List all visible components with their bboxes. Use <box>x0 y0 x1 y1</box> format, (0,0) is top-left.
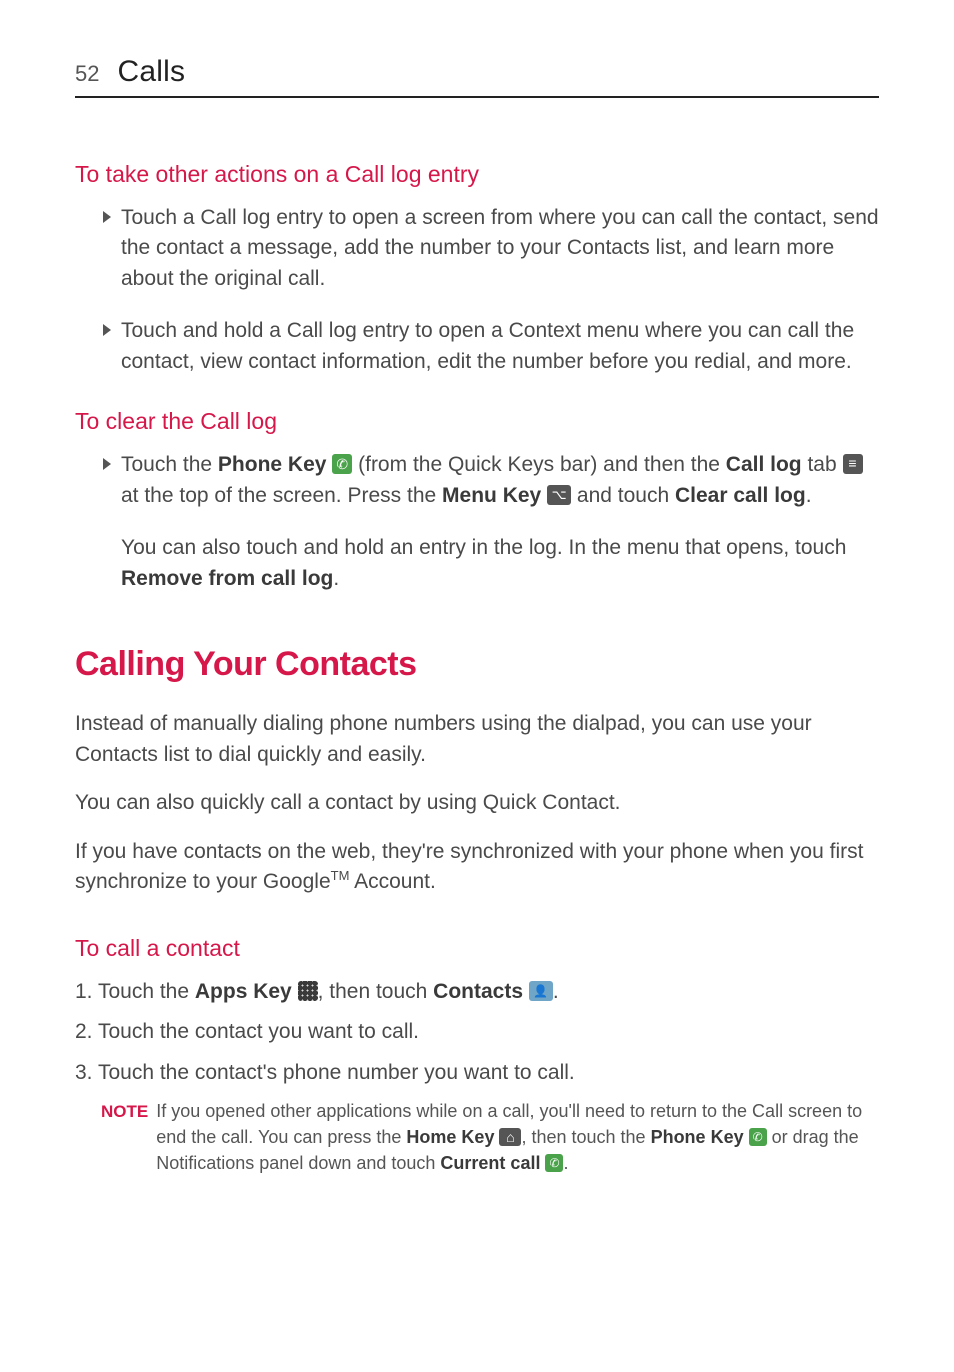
body-text: , then touch <box>318 980 434 1003</box>
body-text: . <box>333 567 339 590</box>
menu-key-icon <box>547 485 571 505</box>
page-number: 52 <box>75 58 99 90</box>
bullet-item: Touch a Call log entry to open a screen … <box>75 203 879 294</box>
body-text: . <box>563 1153 568 1173</box>
label-phone-key: Phone Key <box>218 453 327 476</box>
document-page: 52 Calls To take other actions on a Call… <box>0 0 954 1237</box>
bullet-item: Touch the Phone Key (from the Quick Keys… <box>75 450 879 511</box>
body-text: . <box>806 484 812 507</box>
page-header: 52 Calls <box>75 50 879 98</box>
note-block: NOTE If you opened other applications wh… <box>75 1098 879 1176</box>
note-body: If you opened other applications while o… <box>156 1098 879 1176</box>
label-clear-call-log: Clear call log <box>675 484 806 507</box>
body-text: . <box>553 980 559 1003</box>
body-text: Touch and hold a Call log entry to open … <box>121 319 854 372</box>
paragraph: You can also touch and hold an entry in … <box>75 533 879 594</box>
trademark-symbol: TM <box>331 868 350 883</box>
paragraph: Instead of manually dialing phone number… <box>75 709 879 770</box>
paragraph: If you have contacts on the web, they're… <box>75 837 879 898</box>
body-text: If you have contacts on the web, they're… <box>75 840 863 893</box>
body-text: tab <box>802 453 843 476</box>
label-current-call: Current call <box>440 1153 540 1173</box>
section-title: Calls <box>117 50 185 94</box>
list-number: 1. <box>75 980 98 1003</box>
body-text: , then touch the <box>521 1127 650 1147</box>
heading-calling-your-contacts: Calling Your Contacts <box>75 640 879 689</box>
list-number: 2. <box>75 1020 98 1043</box>
body-text: at the top of the screen. Press the <box>121 484 442 507</box>
phone-key-icon <box>749 1128 767 1146</box>
ordered-list: 1. Touch the Apps Key , then touch Conta… <box>75 977 879 1088</box>
label-phone-key: Phone Key <box>651 1127 744 1147</box>
label-home-key: Home Key <box>406 1127 494 1147</box>
home-key-icon <box>499 1128 521 1146</box>
list-item: 3. Touch the contact's phone number you … <box>75 1058 879 1088</box>
phone-key-icon <box>332 454 352 474</box>
paragraph: You can also quickly call a contact by u… <box>75 788 879 818</box>
label-call-log: Call log <box>726 453 802 476</box>
body-text: Account. <box>349 870 435 893</box>
current-call-icon <box>545 1154 563 1172</box>
body-text: and touch <box>571 484 675 507</box>
label-contacts: Contacts <box>433 980 523 1003</box>
note-label: NOTE <box>101 1098 148 1176</box>
call-log-tab-icon <box>843 454 863 474</box>
list-item: 1. Touch the Apps Key , then touch Conta… <box>75 977 879 1007</box>
list-item: 2. Touch the contact you want to call. <box>75 1017 879 1047</box>
body-text: Touch the contact you want to call. <box>98 1020 419 1043</box>
heading-actions-call-log: To take other actions on a Call log entr… <box>75 158 879 191</box>
body-text: (from the Quick Keys bar) and then the <box>352 453 726 476</box>
label-apps-key: Apps Key <box>195 980 292 1003</box>
heading-clear-call-log: To clear the Call log <box>75 405 879 438</box>
body-text: Touch a Call log entry to open a screen … <box>121 206 879 290</box>
body-text: Touch the <box>121 453 218 476</box>
heading-to-call-contact: To call a contact <box>75 932 879 965</box>
apps-key-icon <box>298 981 318 1001</box>
label-remove-from-call-log: Remove from call log <box>121 567 333 590</box>
body-text: Touch the contact's phone number you wan… <box>98 1061 575 1084</box>
contacts-icon <box>529 981 553 1001</box>
body-text: Touch the <box>98 980 195 1003</box>
body-text: You can also touch and hold an entry in … <box>121 536 846 559</box>
label-menu-key: Menu Key <box>442 484 541 507</box>
bullet-item: Touch and hold a Call log entry to open … <box>75 316 879 377</box>
list-number: 3. <box>75 1061 98 1084</box>
